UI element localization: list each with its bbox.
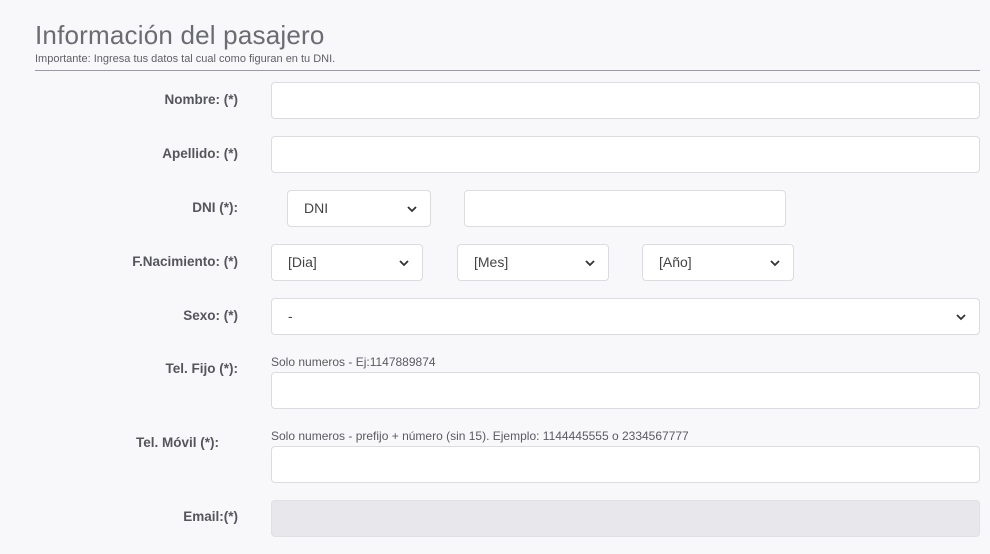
tel-movil-label: Tel. Móvil (*):: [136, 435, 219, 450]
tel-fijo-input[interactable]: [271, 372, 980, 409]
birth-month-select[interactable]: [Mes]: [457, 244, 609, 281]
birth-day-select[interactable]: [Dia]: [271, 244, 423, 281]
header-divider: [35, 70, 980, 71]
tel-fijo-hint: Solo numeros - Ej:1147889874: [271, 355, 436, 369]
page-subtitle: Importante: Ingresa tus datos tal cual c…: [35, 53, 336, 65]
dni-type-value: DNI: [304, 200, 329, 216]
dni-number-input[interactable]: [464, 190, 786, 227]
nombre-input[interactable]: [271, 82, 980, 119]
email-input[interactable]: [271, 500, 980, 537]
birth-day-value: [Dia]: [288, 254, 317, 270]
birth-month-value: [Mes]: [474, 254, 509, 270]
chevron-down-icon: [585, 260, 595, 267]
dni-label: DNI (*):: [192, 200, 238, 215]
chevron-down-icon: [399, 260, 409, 267]
nacimiento-label: F.Nacimiento: (*): [132, 254, 238, 269]
email-label: Email:(*): [183, 509, 238, 524]
chevron-down-icon: [770, 260, 780, 267]
chevron-down-icon: [956, 314, 966, 321]
birth-year-select[interactable]: [Año]: [642, 244, 794, 281]
sexo-select[interactable]: -: [271, 298, 980, 335]
nombre-label: Nombre: (*): [164, 92, 239, 107]
sexo-value: -: [288, 308, 293, 324]
tel-fijo-label: Tel. Fijo (*):: [165, 361, 239, 376]
tel-movil-input[interactable]: [271, 446, 980, 483]
chevron-down-icon: [407, 206, 417, 213]
section-header: Información del pasajero Importante: Ing…: [35, 20, 980, 66]
apellido-input[interactable]: [271, 136, 980, 173]
page-title: Información del pasajero: [35, 20, 325, 50]
tel-movil-hint: Solo numeros - prefijo + número (sin 15)…: [271, 429, 689, 443]
sexo-label: Sexo: (*): [183, 308, 238, 323]
birth-year-value: [Año]: [659, 254, 692, 270]
apellido-label: Apellido: (*): [162, 146, 238, 161]
dni-type-select[interactable]: DNI: [287, 190, 431, 227]
